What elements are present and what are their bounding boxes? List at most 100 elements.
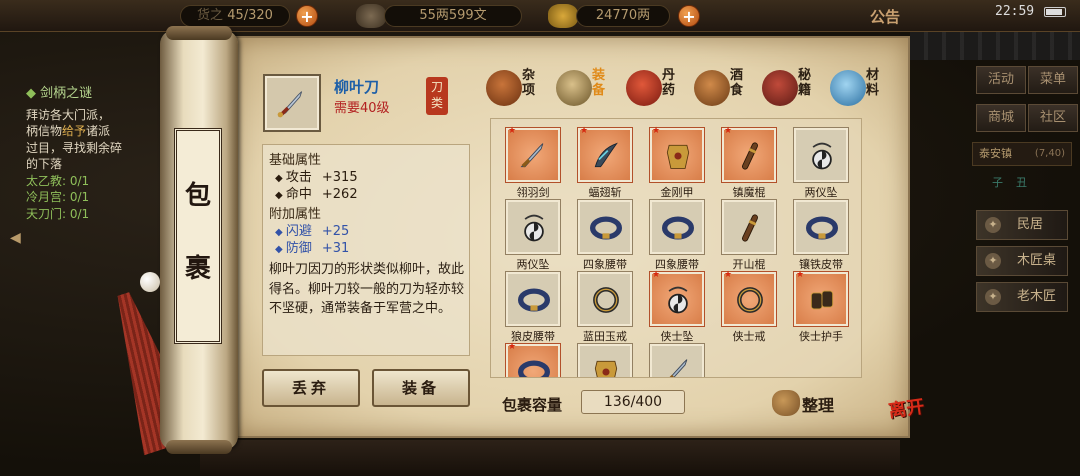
inventory-slot-frame	[721, 199, 777, 255]
inventory-slot[interactable]: 翎羽剑	[505, 126, 561, 199]
inventory-grid[interactable]: 翎羽剑蝠翅斩金刚甲镇魔棍两仪坠两仪坠四象腰带四象腰带开山棍镶铁皮带狼皮腰带蓝田玉…	[490, 118, 862, 378]
staff-icon	[742, 142, 758, 170]
inventory-slot-frame	[793, 199, 849, 255]
silver-ingot-icon	[548, 4, 578, 28]
category-stamp: 刀类	[426, 77, 448, 115]
tab-equipment[interactable]: 装备	[556, 66, 614, 110]
belt-icon	[518, 360, 550, 377]
time-mark: 子	[992, 176, 1003, 189]
inventory-slot[interactable]	[577, 343, 633, 377]
inventory-item-name: 镇魔棍	[732, 186, 766, 199]
menu-button[interactable]: 菜单	[1028, 66, 1078, 94]
inventory-slot-frame	[649, 343, 705, 377]
inventory-slot-frame	[577, 271, 633, 327]
selected-item-requirement: 需要40级	[334, 101, 390, 116]
activity-button[interactable]: 活动	[976, 66, 1026, 94]
inventory-slot-frame	[577, 126, 633, 183]
inventory-slot[interactable]: 四象腰带	[577, 199, 633, 271]
inventory-item-name: 翎羽剑	[516, 186, 550, 199]
stat-row: 防御+31	[275, 237, 349, 256]
wine-food-icon	[694, 70, 730, 106]
jar-icon	[486, 70, 522, 106]
inventory-slot-frame	[649, 126, 705, 183]
location-name: 泰安镇	[979, 147, 1012, 160]
discard-button[interactable]: 丢弃	[262, 369, 360, 407]
npc-marker-icon: ✦	[985, 253, 1001, 269]
armor-icon	[594, 360, 618, 377]
ring-icon	[737, 287, 763, 313]
inventory-slot[interactable]: 镇魔棍	[721, 126, 777, 199]
pendant-icon	[812, 142, 832, 170]
inventory-slot[interactable]: 狼皮腰带	[505, 271, 561, 343]
clock: 22:59	[995, 4, 1035, 19]
npc-entry[interactable]: ✦ 民居	[976, 210, 1068, 240]
selected-item-name: 柳叶刀	[334, 78, 380, 96]
inventory-slot[interactable]	[505, 342, 561, 377]
inventory-slot[interactable]: 侠士坠	[649, 270, 705, 343]
add-money-button[interactable]: +	[678, 5, 700, 27]
inventory-item-name: 蝠翅斩	[588, 186, 622, 199]
npc-marker-icon: ✦	[985, 289, 1001, 305]
inventory-item-name: 四象腰带	[583, 258, 627, 271]
bag-icon	[772, 390, 800, 416]
title-char-top: 包	[184, 181, 211, 211]
tab-materials[interactable]: 材料	[830, 66, 888, 110]
inventory-slot[interactable]: 两仪坠	[505, 199, 561, 271]
silver-money: 24770两	[576, 5, 670, 27]
inventory-slot[interactable]: 金刚甲	[649, 126, 705, 199]
inventory-item-name: 蓝田玉戒	[583, 330, 627, 343]
backpack-counter: 货之 45/320	[180, 5, 290, 27]
equipment-icon	[556, 70, 592, 106]
title-char-bottom: 裹	[184, 254, 211, 284]
tab-pills[interactable]: 丹药	[626, 66, 684, 110]
blade-icon	[594, 142, 618, 168]
pill-icon	[626, 70, 662, 106]
stat-row: 命中+262	[275, 183, 358, 202]
inventory-item-name: 两仪坠	[516, 258, 550, 271]
bottom-menu-bar	[200, 440, 900, 476]
inventory-slot[interactable]: 镶铁皮带	[793, 199, 849, 271]
sort-label: 整理	[802, 396, 835, 415]
capacity-value: 136/400	[581, 390, 685, 414]
belt-icon	[806, 216, 838, 240]
inventory-slot-frame	[577, 343, 633, 377]
inventory-item-name: 侠士护手	[799, 330, 843, 343]
inventory-slot[interactable]	[649, 343, 705, 377]
top-resource-bar: 货之 45/320 + 55两599文 24770两 + 公告 22:59	[0, 0, 1080, 32]
pendant-icon	[524, 214, 544, 242]
npc-entry[interactable]: ✦ 木匠桌	[976, 246, 1068, 276]
inventory-slot[interactable]: 蓝田玉戒	[577, 271, 633, 343]
inventory-slot[interactable]: 侠士戒	[721, 270, 777, 343]
inventory-slot[interactable]: 侠士护手	[793, 270, 849, 343]
npc-marker-icon: ✦	[985, 217, 1001, 233]
inventory-slot-frame	[577, 199, 633, 255]
belt-icon	[662, 216, 694, 240]
time-mark: 丑	[1016, 176, 1027, 189]
inventory-slot[interactable]: 两仪坠	[793, 127, 849, 199]
inventory-slot-frame	[505, 342, 561, 377]
inventory-item-name: 金刚甲	[660, 186, 694, 199]
tab-wine-food[interactable]: 酒食	[694, 66, 752, 110]
crystal-icon	[830, 70, 866, 106]
equip-button[interactable]: 装备	[372, 369, 470, 407]
capacity-label: 包裹容量	[502, 396, 563, 414]
tab-label: 酒食	[730, 68, 744, 98]
npc-entry[interactable]: ✦ 老木匠	[976, 282, 1068, 312]
shop-button[interactable]: 商城	[976, 104, 1026, 132]
inventory-slot[interactable]: 四象腰带	[649, 199, 705, 271]
inventory-slot[interactable]: 开山棍	[721, 199, 777, 271]
tab-label: 材料	[866, 68, 880, 98]
staff-icon	[742, 214, 758, 242]
inventory-slot[interactable]: 蝠翅斩	[577, 126, 633, 199]
sort-button[interactable]: 整理	[772, 388, 842, 418]
add-backpack-button[interactable]: +	[296, 5, 318, 27]
notice-button[interactable]: 公告	[870, 6, 900, 27]
tab-manuals[interactable]: 秘籍	[762, 66, 820, 110]
tab-misc[interactable]: 杂项	[486, 66, 544, 110]
tab-label: 杂项	[522, 68, 536, 98]
collapse-left-icon[interactable]: ◀	[10, 230, 21, 246]
sword-icon	[665, 359, 688, 377]
leave-button[interactable]: 离开	[887, 396, 936, 443]
location-display[interactable]: 泰安镇 (7,40)	[972, 142, 1072, 166]
community-button[interactable]: 社区	[1028, 104, 1078, 132]
